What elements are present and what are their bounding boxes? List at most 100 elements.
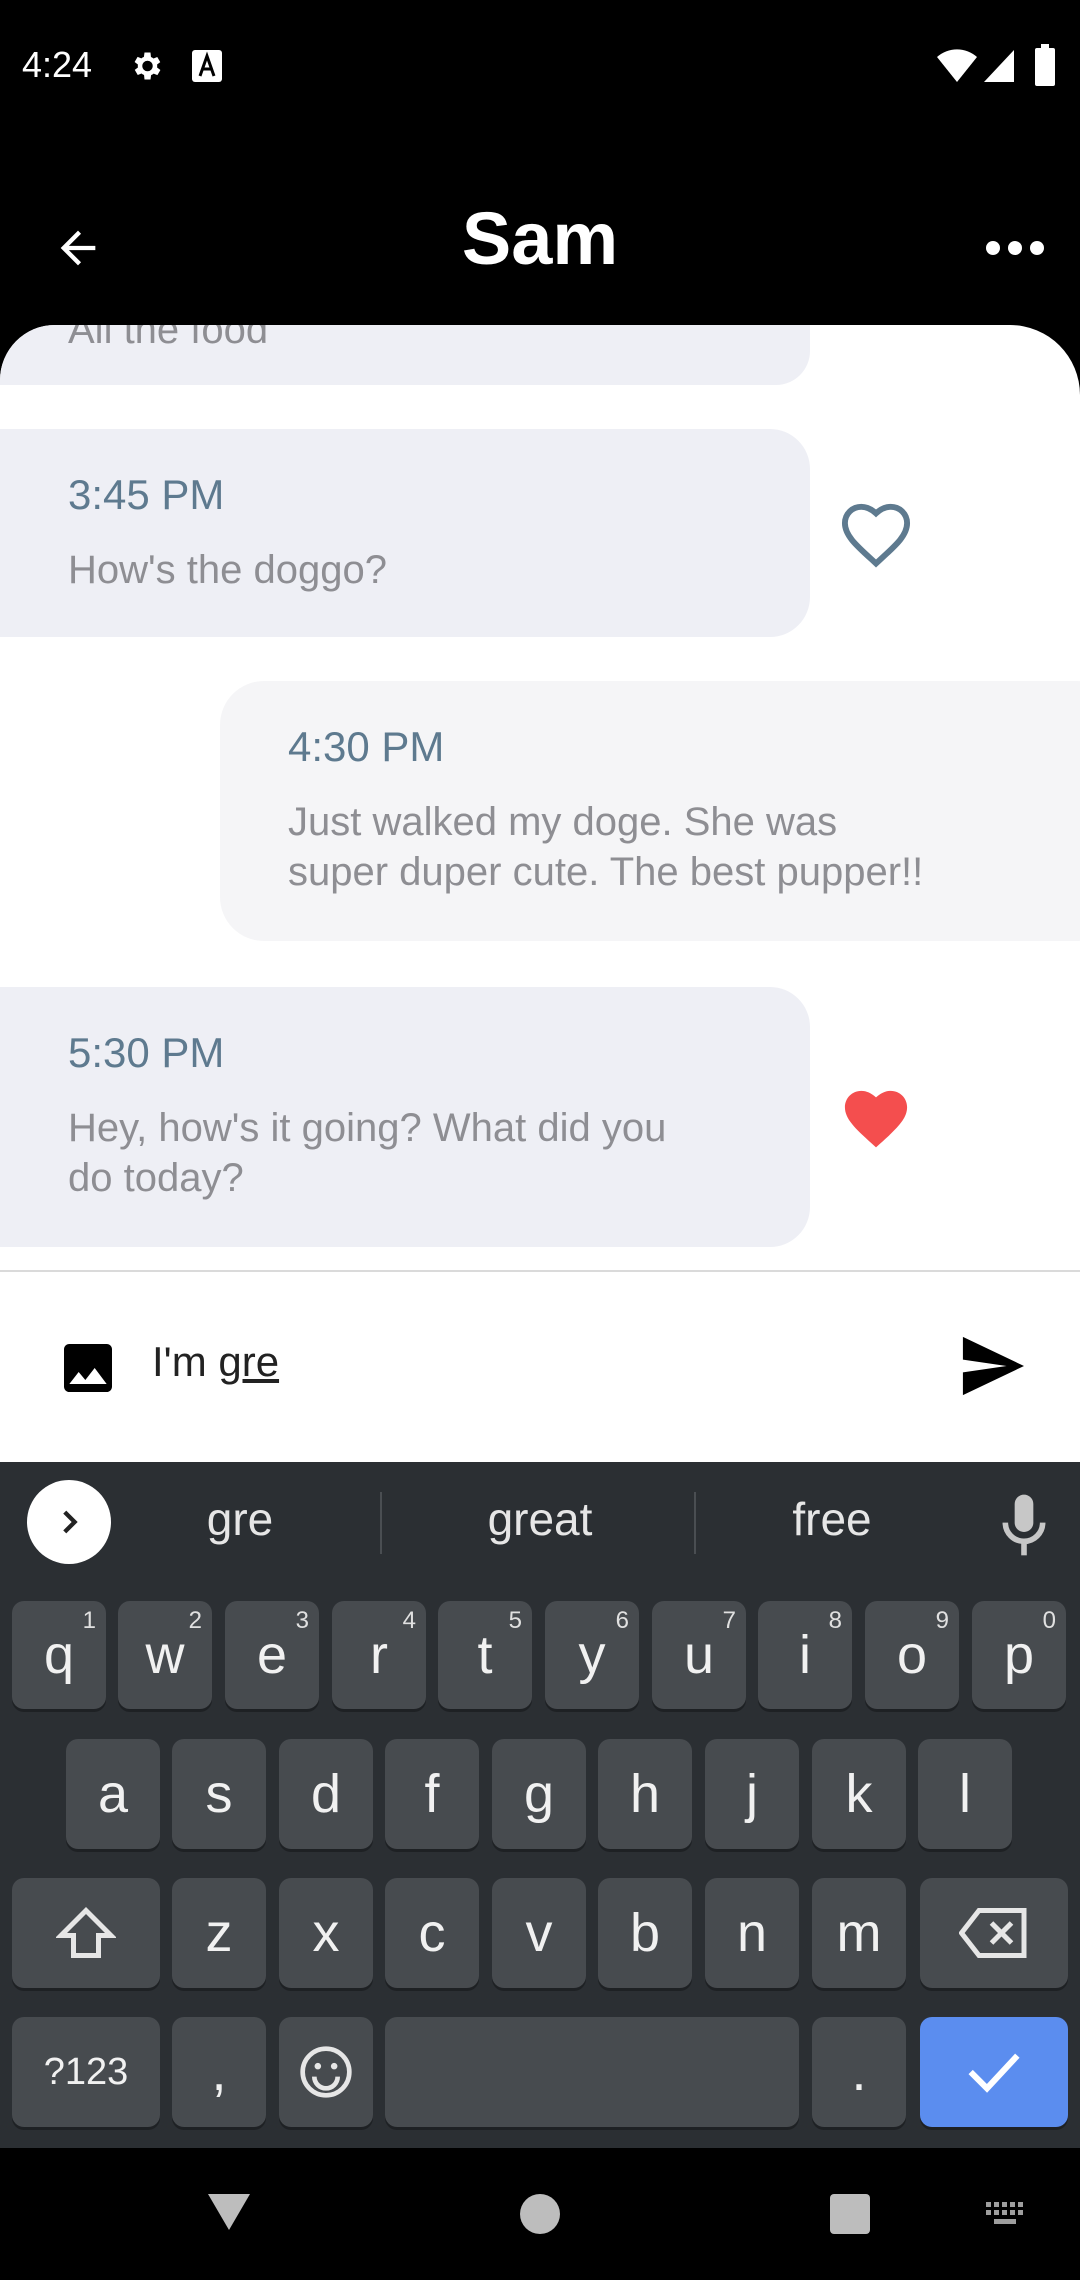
key-b[interactable]: b — [598, 1878, 692, 1988]
key-d[interactable]: d — [279, 1739, 373, 1849]
key-q[interactable]: q1 — [12, 1601, 106, 1709]
key-v[interactable]: v — [492, 1878, 586, 1988]
suggestion-divider — [694, 1492, 696, 1554]
key-label: v — [525, 1903, 553, 1963]
key-hint: 3 — [295, 1607, 309, 1634]
key-label: e — [256, 1625, 288, 1685]
key-z[interactable]: z — [172, 1878, 266, 1988]
nav-back-button[interactable] — [204, 2186, 254, 2236]
comma-key[interactable]: , — [172, 2017, 266, 2127]
circle-icon — [520, 2194, 560, 2234]
key-c[interactable]: c — [385, 1878, 479, 1988]
keyboard-app-icon — [192, 50, 222, 82]
key-m[interactable]: m — [812, 1878, 906, 1988]
suggestion-free[interactable]: free — [732, 1492, 932, 1546]
key-u[interactable]: u7 — [652, 1601, 746, 1709]
symbols-key[interactable]: ?123 — [12, 2017, 160, 2127]
key-l[interactable]: l — [918, 1739, 1012, 1849]
battery-icon — [1034, 44, 1056, 86]
emoji-icon — [300, 2046, 352, 2098]
key-p[interactable]: p0 — [972, 1601, 1066, 1709]
key-n[interactable]: n — [705, 1878, 799, 1988]
voice-input-button[interactable] — [996, 1490, 1052, 1560]
key-label: o — [896, 1625, 928, 1685]
nav-home-button[interactable] — [518, 2192, 562, 2236]
key-label: d — [310, 1764, 342, 1824]
enter-key[interactable] — [920, 2017, 1068, 2127]
key-s[interactable]: s — [172, 1739, 266, 1849]
key-t[interactable]: t5 — [438, 1601, 532, 1709]
key-k[interactable]: k — [812, 1739, 906, 1849]
key-hint: 2 — [188, 1607, 202, 1634]
key-hint: 9 — [935, 1607, 949, 1634]
key-x[interactable]: x — [279, 1878, 373, 1988]
suggestions-expand-button[interactable] — [27, 1480, 111, 1564]
key-label: n — [736, 1903, 768, 1963]
message-time: 4:30 PM — [288, 723, 445, 770]
shift-icon — [56, 1906, 116, 1958]
key-label: . — [851, 2042, 867, 2102]
square-icon — [830, 2194, 870, 2234]
key-label: i — [799, 1625, 811, 1685]
emoji-key[interactable] — [279, 2017, 373, 2127]
message-list[interactable]: All the food 3:45 PM How's the doggo? 4:… — [0, 325, 1080, 1270]
key-h[interactable]: h — [598, 1739, 692, 1849]
message-input[interactable]: I'm gre — [152, 1338, 279, 1386]
key-y[interactable]: y6 — [545, 1601, 639, 1709]
suggestion-great[interactable]: great — [420, 1492, 660, 1546]
key-label: j — [746, 1764, 758, 1824]
like-button[interactable] — [836, 1081, 916, 1153]
key-label: s — [205, 1764, 233, 1824]
key-label: p — [1003, 1625, 1035, 1685]
key-label: x — [312, 1903, 340, 1963]
space-key[interactable] — [385, 2017, 799, 2127]
key-j[interactable]: j — [705, 1739, 799, 1849]
image-icon — [64, 1344, 112, 1392]
message-bubble: 5:30 PM Hey, how's it going? What did yo… — [0, 987, 810, 1247]
like-button[interactable] — [836, 497, 916, 569]
checkmark-icon — [968, 2053, 1020, 2093]
backspace-key[interactable] — [920, 1878, 1068, 1988]
key-r[interactable]: r4 — [332, 1601, 426, 1709]
message-text-line: Hey, how's it going? What did you — [68, 1106, 667, 1150]
message-text-line: Just walked my doge. She was — [288, 800, 838, 844]
key-a[interactable]: a — [66, 1739, 160, 1849]
cellular-signal-icon — [982, 48, 1016, 84]
attach-image-button[interactable] — [56, 1336, 120, 1400]
key-label: r — [370, 1625, 388, 1685]
key-hint: 8 — [828, 1607, 842, 1634]
key-g[interactable]: g — [492, 1739, 586, 1849]
key-label: l — [959, 1764, 971, 1824]
more-options-button[interactable] — [975, 210, 1055, 286]
message-input-text: I'm — [152, 1338, 219, 1385]
key-label: a — [97, 1764, 129, 1824]
key-label: q — [43, 1625, 75, 1685]
status-time: 4:24 — [22, 44, 93, 85]
wifi-icon — [936, 48, 978, 84]
key-hint: 5 — [508, 1607, 522, 1634]
key-w[interactable]: w2 — [118, 1601, 212, 1709]
key-label: m — [836, 1903, 882, 1963]
message-text: All the food — [68, 325, 269, 352]
more-horizontal-icon — [986, 241, 1044, 255]
heart-filled-icon — [844, 1090, 908, 1148]
keyboard-switch-button[interactable] — [984, 2200, 1028, 2228]
message-bubble: 4:30 PM Just walked my doge. She was sup… — [220, 681, 1080, 941]
key-f[interactable]: f — [385, 1739, 479, 1849]
triangle-down-icon — [208, 2194, 250, 2230]
suggestion-divider — [380, 1492, 382, 1554]
suggestion-gre[interactable]: gre — [140, 1492, 340, 1546]
send-button[interactable] — [956, 1334, 1028, 1398]
shift-key[interactable] — [12, 1878, 160, 1988]
key-i[interactable]: i8 — [758, 1601, 852, 1709]
key-label: f — [424, 1764, 440, 1824]
key-label: w — [145, 1625, 185, 1685]
backspace-icon — [959, 1908, 1027, 1958]
key-e[interactable]: e3 — [225, 1601, 319, 1709]
period-key[interactable]: . — [812, 2017, 906, 2127]
nav-recents-button[interactable] — [828, 2192, 872, 2236]
composing-word: gre — [218, 1338, 280, 1385]
key-label: y — [578, 1625, 606, 1685]
key-hint: 6 — [615, 1607, 629, 1634]
key-o[interactable]: o9 — [865, 1601, 959, 1709]
